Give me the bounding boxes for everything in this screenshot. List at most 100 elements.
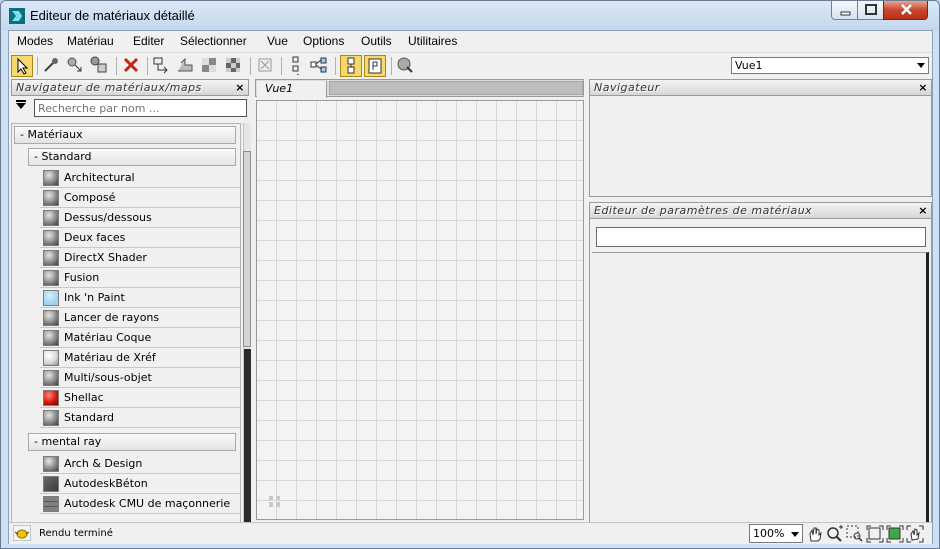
maximize-button[interactable] <box>857 1 884 20</box>
checker-pattern-icon <box>226 58 240 72</box>
material-name-field[interactable] <box>596 227 926 247</box>
parameter-editor-button[interactable] <box>364 55 386 77</box>
group-standard[interactable]: - Standard <box>28 148 236 166</box>
list-item[interactable]: Dessus/dessous <box>40 208 240 228</box>
menu-vue[interactable]: Vue <box>267 34 288 48</box>
background-checker-button[interactable] <box>199 55 221 77</box>
material-sphere-icon <box>43 370 59 386</box>
show-map-icon <box>347 57 355 74</box>
material-sphere-icon <box>43 170 59 186</box>
parameter-body <box>592 252 929 542</box>
close-panel-icon[interactable]: × <box>918 203 928 218</box>
search-row <box>11 97 249 119</box>
navigator-panel: Navigateur × <box>589 79 932 197</box>
list-item[interactable]: AutodeskBéton <box>40 474 240 494</box>
show-map-button[interactable] <box>340 55 362 77</box>
status-text: Rendu terminé <box>39 528 113 539</box>
list-item[interactable]: Fusion <box>40 268 240 288</box>
put-to-scene-button[interactable] <box>65 55 87 77</box>
chevron-down-icon <box>791 532 799 537</box>
vertical-layout-button[interactable] <box>285 55 307 77</box>
parameter-editor-header[interactable]: Editeur de paramètres de matériaux × <box>589 202 932 219</box>
move-children-button[interactable] <box>151 55 173 77</box>
search-input[interactable] <box>34 99 247 117</box>
zoom-extents-button[interactable] <box>866 525 884 543</box>
material-sphere-icon <box>43 270 59 286</box>
navigator-header[interactable]: Navigateur × <box>589 79 932 96</box>
menu-editer[interactable]: Editer <box>133 34 164 48</box>
navigation-marker-icon <box>269 496 280 507</box>
hide-unused-button[interactable] <box>255 55 277 77</box>
minimize-button[interactable] <box>831 1 858 20</box>
pan-selected-icon <box>906 525 924 543</box>
vertical-layout-icon <box>292 56 299 76</box>
node-grid-canvas[interactable] <box>256 100 584 520</box>
close-window-button[interactable] <box>883 1 928 20</box>
menu-options[interactable]: Options <box>303 34 344 48</box>
zoom-button[interactable] <box>826 525 844 543</box>
list-item[interactable]: Lancer de rayons <box>40 308 240 328</box>
list-item[interactable]: Deux faces <box>40 228 240 248</box>
tab-vue1[interactable]: Vue1 <box>257 81 327 98</box>
menu-materiau[interactable]: Matériau <box>67 34 114 48</box>
list-item[interactable]: Architectural <box>40 168 240 188</box>
list-item[interactable]: Matériau Coque <box>40 328 240 348</box>
delete-icon <box>123 57 139 73</box>
material-sphere-icon <box>43 350 59 366</box>
menu-utilitaires[interactable]: Utilitaires <box>408 34 457 48</box>
menu-modes[interactable]: Modes <box>17 34 53 48</box>
hide-unused-icon <box>258 58 272 72</box>
group-mental-ray[interactable]: - mental ray <box>28 433 236 451</box>
material-browser-header[interactable]: Navigateur de matériaux/maps × <box>11 79 249 96</box>
pick-material-button[interactable] <box>41 55 63 77</box>
pan-button[interactable] <box>806 525 824 543</box>
list-item[interactable]: Shellac <box>40 388 240 408</box>
zoom-region-button[interactable] <box>846 525 864 543</box>
material-sphere-icon <box>43 250 59 266</box>
select-tool-button[interactable] <box>11 55 33 77</box>
toolbar-separator <box>391 57 392 75</box>
list-item[interactable]: DirectX Shader <box>40 248 240 268</box>
list-item[interactable]: Standard <box>40 408 240 428</box>
menu-selectionner[interactable]: Sélectionner <box>180 34 247 48</box>
list-item[interactable]: Composé <box>40 188 240 208</box>
assign-material-button[interactable] <box>89 55 111 77</box>
close-icon <box>901 4 912 15</box>
maximize-icon <box>865 4 877 15</box>
close-panel-icon[interactable]: × <box>918 80 928 95</box>
menu-outils[interactable]: Outils <box>361 34 392 48</box>
render-preview-icon <box>397 57 413 73</box>
minimize-icon <box>840 11 851 16</box>
zoom-value: 100% <box>753 527 785 540</box>
render-preview-button[interactable] <box>395 55 417 77</box>
layout-button[interactable] <box>175 55 197 77</box>
delete-button[interactable] <box>121 55 143 77</box>
zoom-select[interactable]: 100% <box>749 524 803 543</box>
title-bar[interactable]: Editeur de matériaux détaillé <box>1 1 939 30</box>
options-menu-icon[interactable] <box>16 100 26 109</box>
checker-pattern-button[interactable] <box>223 55 245 77</box>
put-to-scene-icon <box>67 57 82 72</box>
list-item[interactable]: Autodesk CMU de maçonnerie <box>40 494 240 514</box>
toolbar: Vue1 <box>9 52 932 77</box>
pan-to-selected-button[interactable] <box>906 525 924 543</box>
navigator-title: Navigateur <box>594 81 660 94</box>
toolbar-separator <box>147 57 148 75</box>
list-item[interactable]: Arch & Design <box>40 454 240 474</box>
group-materiaux[interactable]: - Matériaux <box>14 126 236 144</box>
tree-layout-button[interactable] <box>309 55 331 77</box>
list-item[interactable]: Multi/sous-objet <box>40 368 240 388</box>
pan-hand-icon <box>809 527 822 542</box>
material-sphere-icon <box>43 210 59 226</box>
zoom-extents-selected-button[interactable] <box>886 525 904 543</box>
material-sphere-icon <box>43 456 59 472</box>
view-select[interactable]: Vue1 <box>731 57 929 74</box>
material-browser-title: Navigateur de matériaux/maps <box>16 81 202 94</box>
render-teapot-icon <box>13 525 31 541</box>
list-item[interactable]: Matériau de Xréf <box>40 348 240 368</box>
scrollbar-thumb[interactable] <box>243 151 251 347</box>
layout-icon <box>178 57 193 72</box>
select-arrow-icon <box>17 57 29 75</box>
close-panel-icon[interactable]: × <box>235 80 245 95</box>
list-item[interactable]: Ink 'n Paint <box>40 288 240 308</box>
